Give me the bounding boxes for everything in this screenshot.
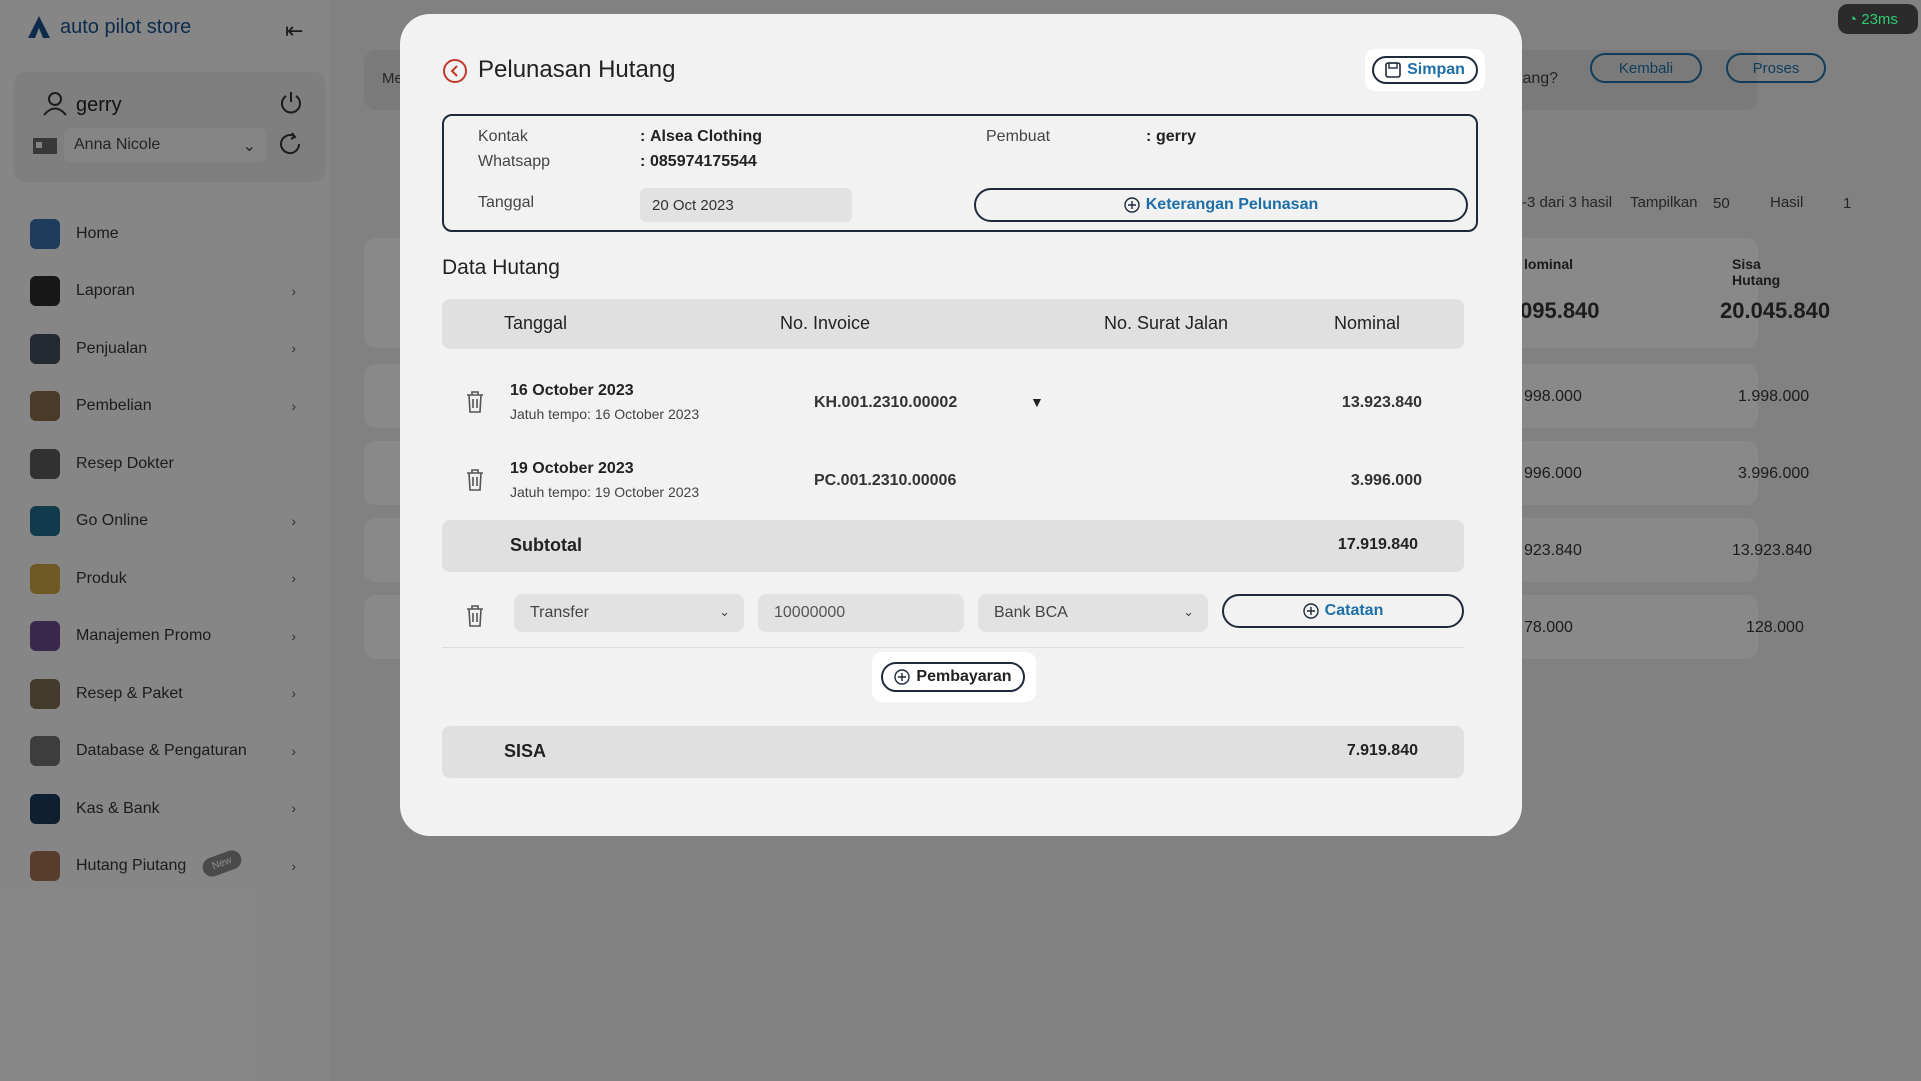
payment-modal: Pelunasan Hutang Simpan Kontak : Alsea C…: [400, 14, 1522, 836]
invoice-number[interactable]: KH.001.2310.00002: [814, 394, 957, 412]
save-button-label: Simpan: [1407, 61, 1465, 78]
creator-label: Pembuat: [986, 128, 1051, 145]
subtotal-row: Subtotal 17.919.840: [442, 520, 1464, 572]
remaining-value: 7.919.840: [1346, 742, 1418, 759]
th-delivery: No. Surat Jalan: [1104, 313, 1229, 333]
save-icon: [1385, 62, 1401, 78]
th-nominal: Nominal: [1334, 313, 1401, 333]
payment-amount-value: 10000000: [774, 604, 846, 621]
invoice-date: 16 October 2023: [510, 382, 634, 399]
network-latency: 23ms: [1861, 11, 1898, 28]
note-description-button[interactable]: Keterangan Pelunasan: [974, 188, 1468, 222]
invoice-number[interactable]: PC.001.2310.00006: [814, 472, 956, 490]
contact-value: Alsea Clothing: [650, 128, 763, 145]
plus-circle-icon: [894, 669, 911, 685]
th-date: Tanggal: [504, 313, 568, 333]
invoice-due: Jatuh tempo: 19 October 2023: [510, 484, 700, 500]
trash-icon[interactable]: [464, 468, 486, 492]
trash-icon[interactable]: [464, 390, 486, 414]
table-row: 16 October 2023 Jatuh tempo: 16 October …: [442, 364, 1464, 442]
invoice-nominal: 3.996.000: [1350, 472, 1422, 489]
creator-value: gerry: [1156, 128, 1197, 145]
plus-circle-icon: [1302, 603, 1319, 619]
note-description-label: Keterangan Pelunasan: [1145, 196, 1319, 213]
section-title: Data Hutang: [442, 256, 560, 279]
chevron-down-icon: ⌄: [1183, 604, 1194, 619]
payment-amount-input[interactable]: 10000000: [758, 594, 964, 632]
contact-colon: :: [640, 128, 646, 145]
subtotal-label: Subtotal: [510, 535, 582, 555]
date-label: Tanggal: [478, 194, 535, 211]
add-payment-button[interactable]: Pembayaran: [881, 662, 1025, 692]
wifi-icon: ◔: [1848, 11, 1858, 28]
table-row: 19 October 2023 Jatuh tempo: 19 October …: [442, 442, 1464, 520]
add-note-button[interactable]: Catatan: [1222, 594, 1464, 628]
payment-info-box: Kontak : Alsea Clothing Whatsapp : 08597…: [442, 114, 1478, 232]
whatsapp-value: 085974175544: [650, 153, 757, 170]
payment-method-value: Transfer: [530, 604, 589, 621]
add-payment-label: Pembayaran: [916, 668, 1012, 685]
save-button[interactable]: Simpan: [1372, 56, 1478, 84]
remaining-label: SISA: [504, 741, 547, 761]
caret-down-icon[interactable]: ▼: [1030, 394, 1044, 410]
bank-select[interactable]: Bank BCA ⌄: [978, 594, 1208, 632]
creator-colon: :: [1146, 128, 1152, 145]
back-arrow-icon[interactable]: [442, 58, 468, 84]
th-invoice: No. Invoice: [780, 313, 871, 333]
invoice-date: 19 October 2023: [510, 460, 634, 477]
payment-method-select[interactable]: Transfer ⌄: [514, 594, 744, 632]
plus-circle-icon: [1124, 197, 1140, 213]
date-field-value: 20 Oct 2023: [652, 197, 734, 214]
trash-icon[interactable]: [464, 604, 486, 628]
network-indicator: ◔ 23ms: [1838, 4, 1918, 34]
add-note-label: Catatan: [1324, 602, 1384, 619]
invoice-due: Jatuh tempo: 16 October 2023: [510, 406, 700, 422]
contact-label: Kontak: [478, 128, 528, 145]
subtotal-value: 17.919.840: [1337, 536, 1418, 553]
date-field[interactable]: 20 Oct 2023: [640, 188, 852, 222]
modal-title: Pelunasan Hutang: [478, 56, 676, 83]
chevron-down-icon: ⌄: [719, 604, 730, 619]
payment-row: Transfer ⌄ 10000000 Bank BCA ⌄ Catatan: [442, 584, 1464, 648]
bank-select-value: Bank BCA: [994, 604, 1068, 621]
whatsapp-label: Whatsapp: [478, 153, 551, 170]
table-header: Tanggal No. Invoice No. Surat Jalan Nomi…: [442, 299, 1464, 349]
remaining-row: SISA 7.919.840: [442, 726, 1464, 778]
invoice-nominal: 13.923.840: [1341, 394, 1422, 411]
whatsapp-colon: :: [640, 153, 646, 170]
